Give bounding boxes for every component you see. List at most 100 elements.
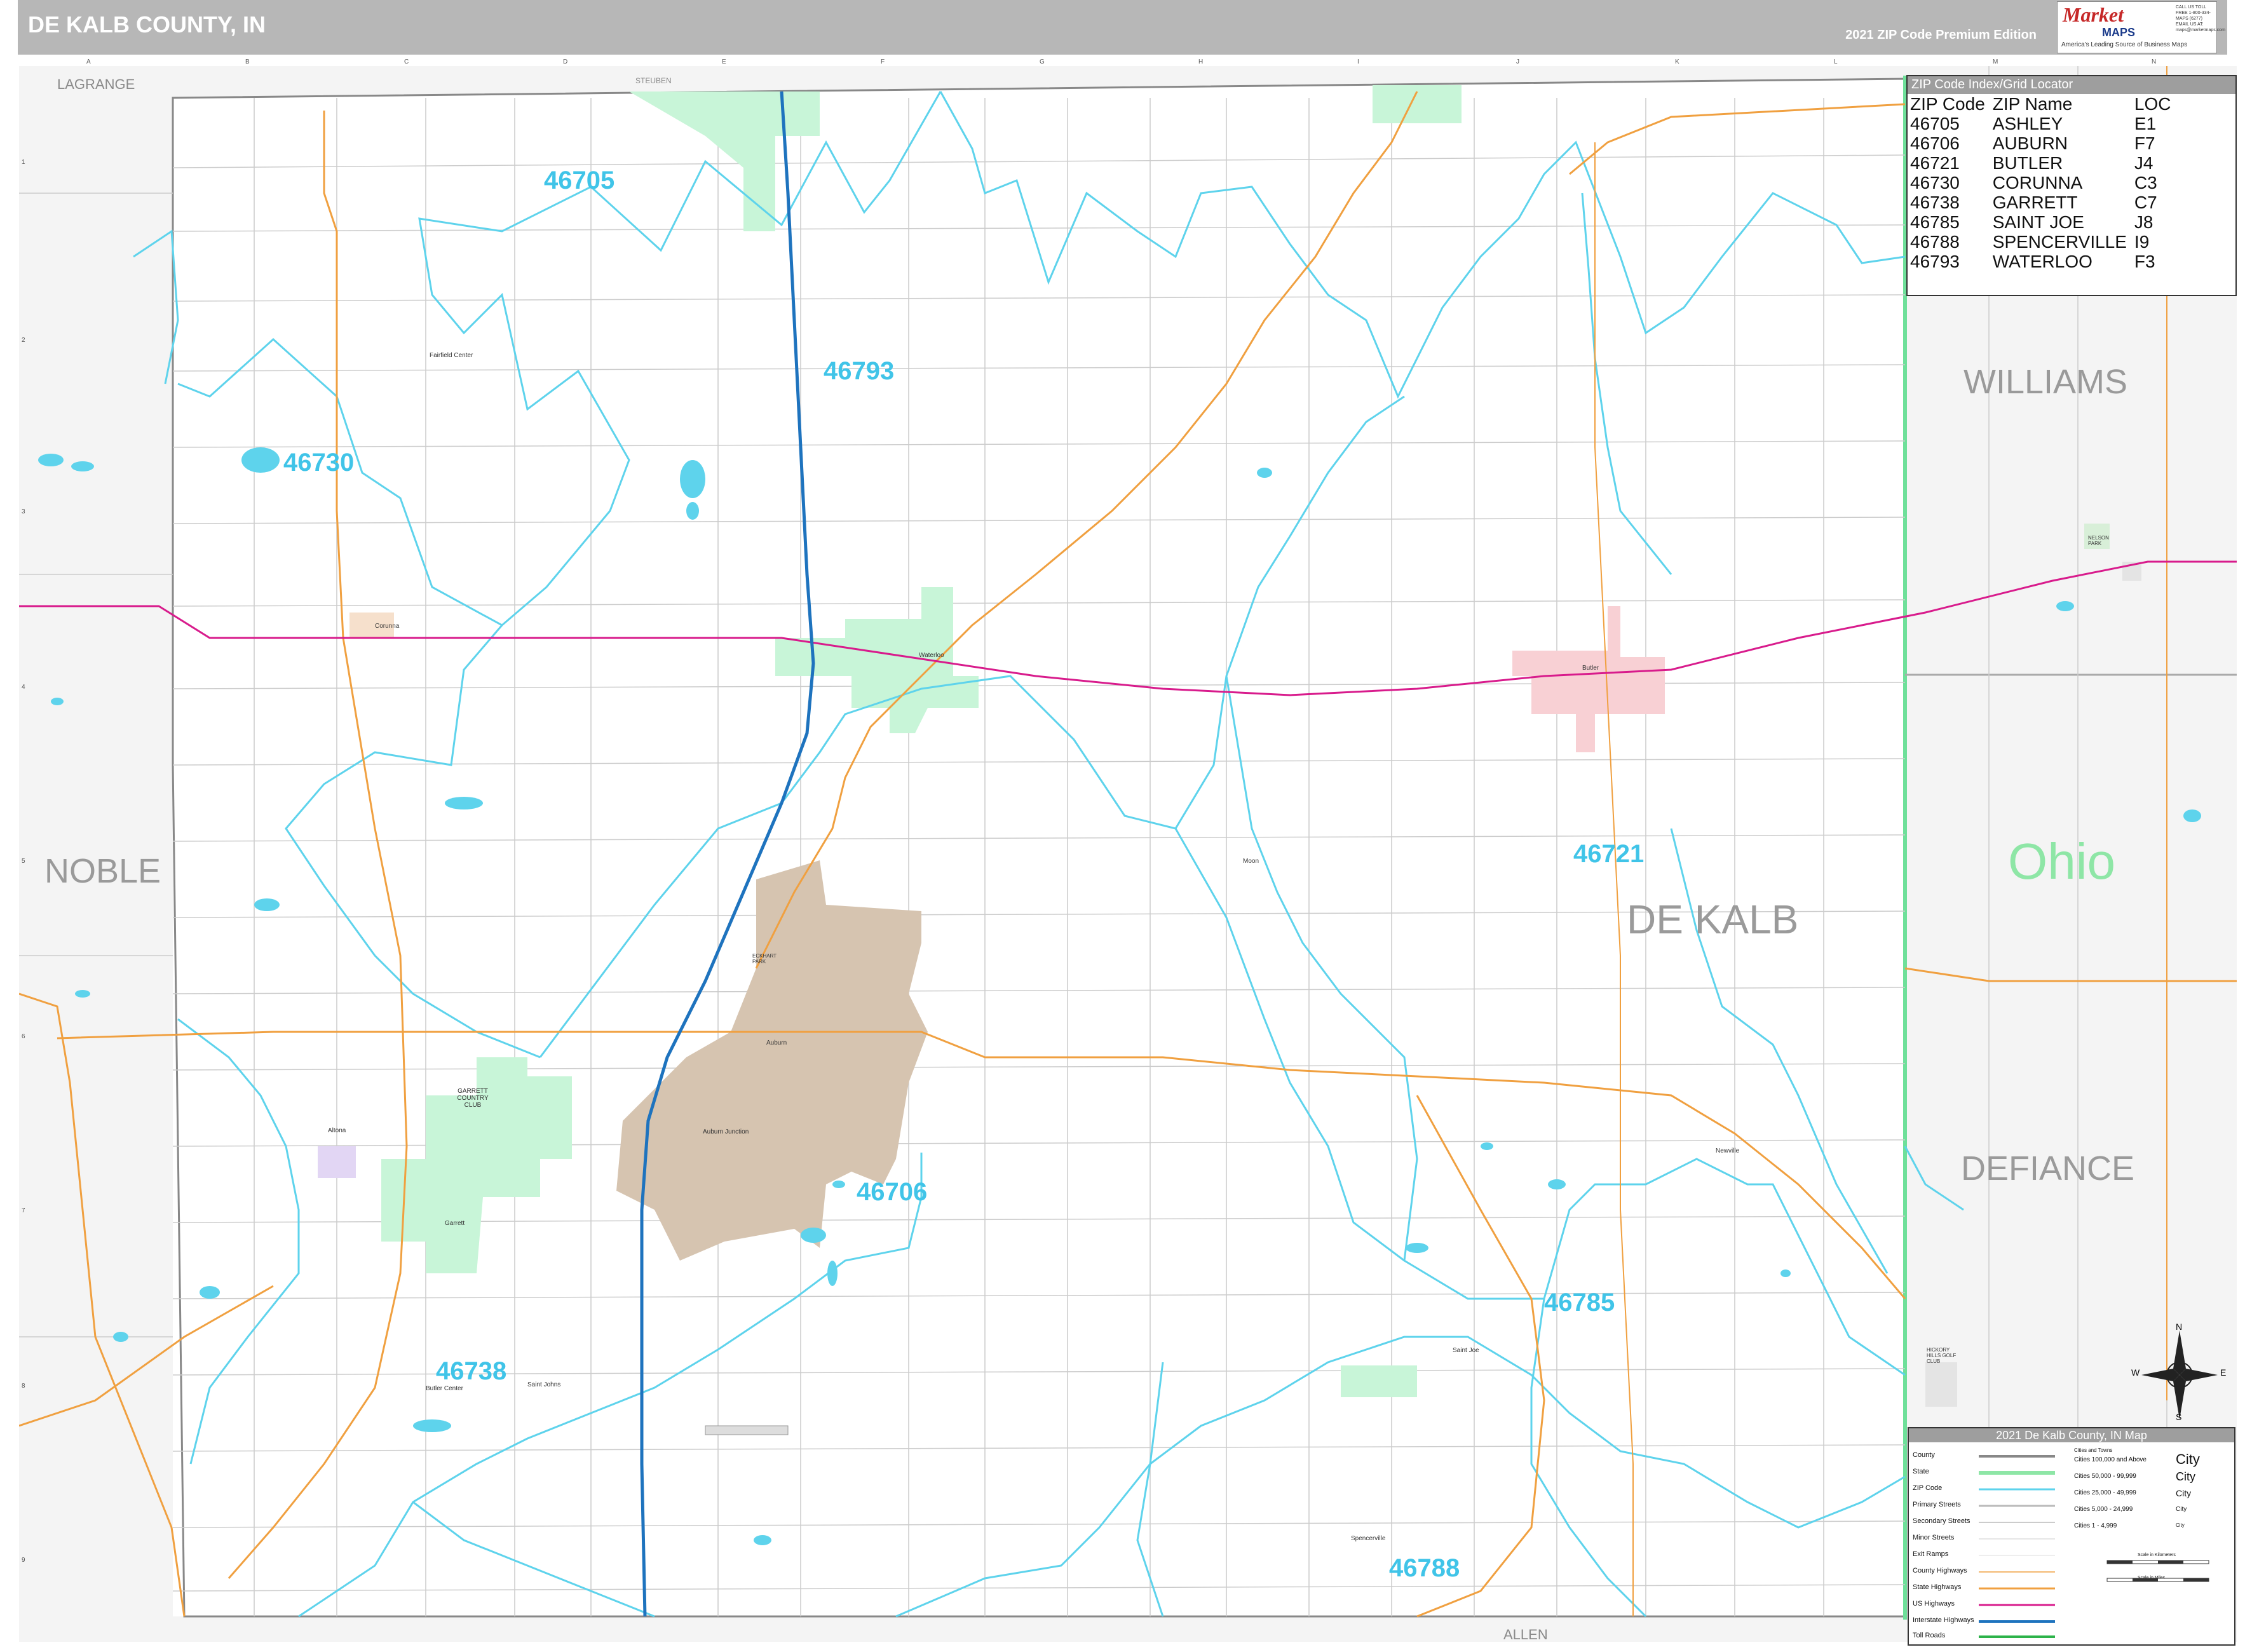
map-legend: 2021 De Kalb County, IN Map County State… [1908, 1427, 2235, 1646]
grid-col-m: M [1993, 58, 1998, 65]
place-fairfield-center: Fairfield Center [430, 352, 473, 359]
nelson-park-label: NELSON PARK [2088, 535, 2109, 546]
logo-contact: CALL US TOLL FREE 1-800-334-MAPS (6277) … [2176, 5, 2225, 32]
zip-cell: 46738 [1910, 193, 1960, 212]
legend-city-sample-2: City [2176, 1470, 2195, 1483]
legend-state: State [1913, 1468, 1929, 1475]
grid-col-f: F [881, 58, 885, 65]
zip-label-46793[interactable]: 46793 [824, 357, 894, 386]
zip-code-index: ZIP Code Index/Grid Locator ZIP Code ZIP… [1906, 75, 2237, 296]
loc-cell: C3 [2134, 173, 2157, 193]
zip-cell: 46730 [1910, 173, 1960, 193]
grid-col-k: K [1675, 58, 1679, 65]
table-row[interactable]: 46706 AUBURN F7 [1910, 133, 2179, 153]
grid-col-j: J [1516, 58, 1519, 65]
table-row[interactable]: 46785 SAINT JOE J8 [1910, 212, 2179, 232]
legend-zip: ZIP Code [1913, 1484, 1943, 1492]
zip-label-46706[interactable]: 46706 [857, 1178, 927, 1207]
legend-city-1k: Cities 1 - 4,999 [2074, 1522, 2117, 1529]
zip-cell: 46705 [1910, 114, 1960, 133]
steuben-label: STEUBEN [635, 76, 672, 85]
zip-name-cell: SAINT JOE [1992, 212, 2084, 232]
legend-primary-streets: Primary Streets [1913, 1501, 1961, 1508]
zip-label-46738[interactable]: 46738 [436, 1357, 506, 1386]
table-row[interactable]: 46730 CORUNNA C3 [1910, 173, 2179, 193]
place-butler: Butler [1582, 665, 1599, 672]
table-row[interactable]: 46721 BUTLER J4 [1910, 153, 2179, 173]
grid-col-b: B [245, 58, 250, 65]
place-spencerville: Spencerville [1351, 1535, 1386, 1542]
loc-cell: F3 [2134, 252, 2155, 271]
table-row[interactable]: 46793 WATERLOO F3 [1910, 252, 2179, 271]
legend-us-highways: US Highways [1913, 1600, 1955, 1608]
grid-row-9: 9 [22, 1557, 25, 1564]
place-moon: Moon [1243, 858, 1259, 865]
airport-runway [705, 1425, 789, 1435]
legend-city-50k: Cities 50,000 - 99,999 [2074, 1473, 2136, 1480]
logo-brand: Market [2063, 3, 2124, 26]
grid-col-h: H [1198, 58, 1204, 65]
edition-label: 2021 ZIP Code Premium Edition [1845, 28, 2037, 42]
legend-scale-bars [2106, 1560, 2209, 1582]
zip-label-46705[interactable]: 46705 [544, 166, 614, 195]
zip-label-46721[interactable]: 46721 [1573, 840, 1644, 869]
place-newville: Newville [1716, 1148, 1740, 1154]
legend-scale-km: Scale in Kilometers [2138, 1553, 2176, 1557]
place-saint-joe: Saint Joe [1453, 1347, 1479, 1354]
legend-city-25k: Cities 25,000 - 49,999 [2074, 1489, 2136, 1496]
table-row[interactable]: 46788 SPENCERVILLE I9 [1910, 232, 2179, 252]
zip-label-46730[interactable]: 46730 [283, 449, 354, 477]
grid-col-d: D [563, 58, 568, 65]
golf-club-area [1925, 1362, 1957, 1407]
map-canvas[interactable] [19, 66, 2245, 1652]
eckhart-park-label: ECKHART PARK [752, 953, 777, 965]
col-zip-name: ZIP Name [1992, 94, 2073, 114]
legend-city-100k: Cities 100,000 and Above [2074, 1456, 2147, 1463]
legend-interstate-highways: Interstate Highways [1913, 1616, 1974, 1624]
grid-row-2: 2 [22, 337, 25, 344]
grid-col-l: L [1834, 58, 1838, 65]
loc-cell: J4 [2134, 153, 2153, 173]
allen-label: ALLEN [1503, 1627, 1548, 1642]
south-border-area [19, 1616, 2237, 1642]
grid-row-5: 5 [22, 858, 25, 865]
table-row[interactable]: 46738 GARRETT C7 [1910, 193, 2179, 212]
legend-city-sample-3: City [2176, 1488, 2192, 1498]
legend-city-5k: Cities 5,000 - 24,999 [2074, 1506, 2133, 1513]
grid-row-8: 8 [22, 1383, 25, 1390]
hickory-hills-label: HICKORY HILLS GOLF CLUB [1927, 1347, 1957, 1364]
map-svg[interactable] [19, 66, 2237, 1642]
compass-n: N [2176, 1322, 2183, 1332]
zip-name-cell: AUBURN [1992, 133, 2068, 153]
lagrange-label: LAGRANGE [57, 76, 135, 92]
logo-brand-maps: MAPS [2102, 26, 2136, 39]
grid-col-e: E [722, 58, 726, 65]
market-maps-logo[interactable]: Market MAPS America's Leading Source of … [2057, 1, 2225, 53]
zip-cell: 46793 [1910, 252, 1960, 271]
legend-secondary-streets: Secondary Streets [1913, 1517, 1970, 1525]
compass-w: W [2131, 1367, 2140, 1378]
zip-name-cell: SPENCERVILLE [1992, 232, 2127, 252]
table-row[interactable]: 46705 ASHLEY E1 [1910, 114, 2179, 133]
col-loc: LOC [2134, 94, 2171, 114]
noble-label: NOBLE [44, 852, 161, 890]
zip-name-cell: WATERLOO [1992, 252, 2092, 271]
loc-cell: C7 [2134, 193, 2157, 212]
zip-name-cell: ASHLEY [1992, 114, 2063, 133]
loc-cell: F7 [2134, 133, 2155, 153]
legend-city-sample-4: City [2176, 1506, 2187, 1513]
zip-label-46785[interactable]: 46785 [1544, 1289, 1615, 1317]
grid-row-4: 4 [22, 684, 25, 691]
map-title: DE KALB COUNTY, IN [28, 11, 266, 37]
loc-cell: J8 [2134, 212, 2153, 232]
legend-cities-header: Cities and Towns [2074, 1447, 2113, 1453]
grid-row-6: 6 [22, 1033, 25, 1040]
grid-row-1: 1 [22, 159, 25, 166]
zip-label-46788[interactable]: 46788 [1389, 1554, 1460, 1583]
legend-city-sample-1: City [2176, 1451, 2200, 1467]
legend-title: 2021 De Kalb County, IN Map [1909, 1428, 2234, 1442]
altona-area [318, 1146, 356, 1178]
logo-tagline: America's Leading Source of Business Map… [2061, 41, 2188, 48]
grid-col-n: N [2152, 58, 2157, 65]
place-garrett: Garrett [445, 1220, 465, 1227]
